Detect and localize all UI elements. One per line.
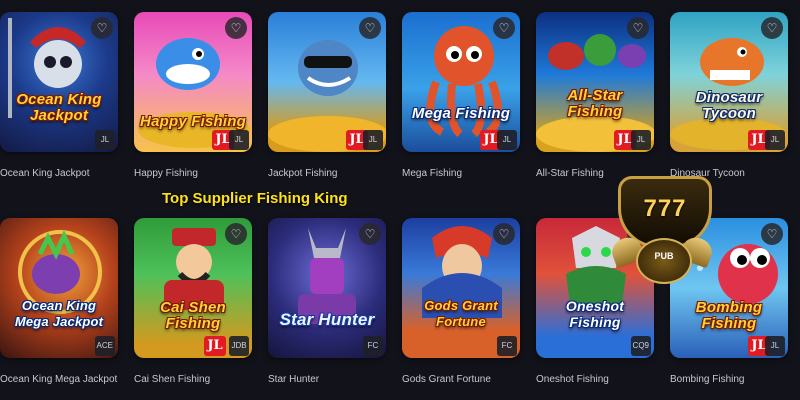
game-title-art: Bombing Fishing: [695, 299, 763, 332]
game-title-art: Mega Fishing: [411, 105, 511, 122]
game-title-art: Oneshot Fishing: [565, 298, 625, 330]
provider-badge: JL: [765, 130, 785, 150]
game-caption[interactable]: Star Hunter: [268, 374, 319, 385]
provider-badge: JL: [95, 130, 115, 150]
favorite-heart-icon[interactable]: ♡: [91, 17, 113, 39]
game-caption[interactable]: Gods Grant Fortune: [402, 374, 491, 385]
provider-badge: JL: [765, 336, 785, 356]
game-card-ocean-king-mega-jackpot[interactable]: Ocean King Mega Jackpot ACE: [0, 218, 118, 358]
game-card-mega-fishing[interactable]: Mega Fishing ♡ JL JL: [402, 12, 520, 152]
game-caption[interactable]: Oneshot Fishing: [536, 374, 609, 385]
game-card-happy-fishing[interactable]: Happy Fishing ♡ JL JL: [134, 12, 252, 152]
favorite-heart-icon[interactable]: ♡: [225, 223, 247, 245]
game-caption[interactable]: All-Star Fishing: [536, 168, 604, 179]
badge-number: 777: [643, 195, 687, 222]
favorite-heart-icon[interactable]: ♡: [761, 223, 783, 245]
game-caption[interactable]: Happy Fishing: [134, 168, 198, 179]
game-card-gods-grant-fortune[interactable]: Gods Grant Fortune ♡ FC: [402, 218, 520, 358]
game-title-art: Ocean King Jackpot: [16, 91, 102, 124]
game-card-cai-shen-fishing[interactable]: Cai Shen Fishing ♡ JL JDB: [134, 218, 252, 358]
jili-logo-icon: JL: [204, 336, 226, 356]
brand-badge-logo: 777 PUB: [608, 176, 716, 286]
favorite-heart-icon[interactable]: ♡: [225, 17, 247, 39]
game-card-star-hunter[interactable]: Star Hunter ♡ FC: [268, 218, 386, 358]
provider-badge: JL: [229, 130, 249, 150]
provider-badge: CQ9: [630, 336, 651, 356]
game-caption[interactable]: Mega Fishing: [402, 168, 462, 179]
badge-brand: PUB: [654, 251, 674, 261]
favorite-heart-icon[interactable]: ♡: [359, 17, 381, 39]
favorite-heart-icon[interactable]: ♡: [761, 17, 783, 39]
provider-badge: JL: [631, 130, 651, 150]
game-title-art: Cai Shen Fishing: [160, 299, 226, 332]
provider-badge: JL: [363, 130, 383, 150]
favorite-heart-icon[interactable]: ♡: [359, 223, 381, 245]
game-title-art: Star Hunter: [279, 310, 375, 329]
game-caption[interactable]: Ocean King Mega Jackpot: [0, 374, 117, 385]
game-caption[interactable]: Cai Shen Fishing: [134, 374, 210, 385]
game-title-art: Dinosaur Tycoon: [695, 89, 763, 122]
provider-badge: JDB: [229, 336, 249, 356]
game-card-jackpot-fishing[interactable]: ♡ JL JL: [268, 12, 386, 152]
badge-emblem: PUB: [636, 238, 692, 284]
game-caption[interactable]: Jackpot Fishing: [268, 168, 337, 179]
game-card-all-star-fishing[interactable]: All-Star Fishing ♡ JL JL: [536, 12, 654, 152]
game-caption[interactable]: Bombing Fishing: [670, 374, 744, 385]
game-title-art: All-Star Fishing: [567, 87, 623, 120]
provider-badge: FC: [497, 336, 517, 356]
provider-badge: JL: [497, 130, 517, 150]
favorite-heart-icon[interactable]: ♡: [493, 223, 515, 245]
game-caption[interactable]: Ocean King Jackpot: [0, 168, 90, 179]
game-card-dinosaur-tycoon[interactable]: Dinosaur Tycoon ♡ JL JL: [670, 12, 788, 152]
game-title-art: Gods Grant Fortune: [424, 298, 498, 329]
favorite-heart-icon[interactable]: ♡: [493, 17, 515, 39]
game-title-art: Happy Fishing: [140, 113, 246, 130]
provider-badge: FC: [363, 336, 383, 356]
game-title-art: Ocean King Mega Jackpot: [14, 298, 104, 329]
promo-text: Top Supplier Fishing King: [162, 190, 348, 207]
provider-badge: ACE: [94, 336, 115, 356]
game-card-ocean-king-jackpot[interactable]: Ocean King Jackpot ♡ JL: [0, 12, 118, 152]
favorite-heart-icon[interactable]: ♡: [627, 17, 649, 39]
